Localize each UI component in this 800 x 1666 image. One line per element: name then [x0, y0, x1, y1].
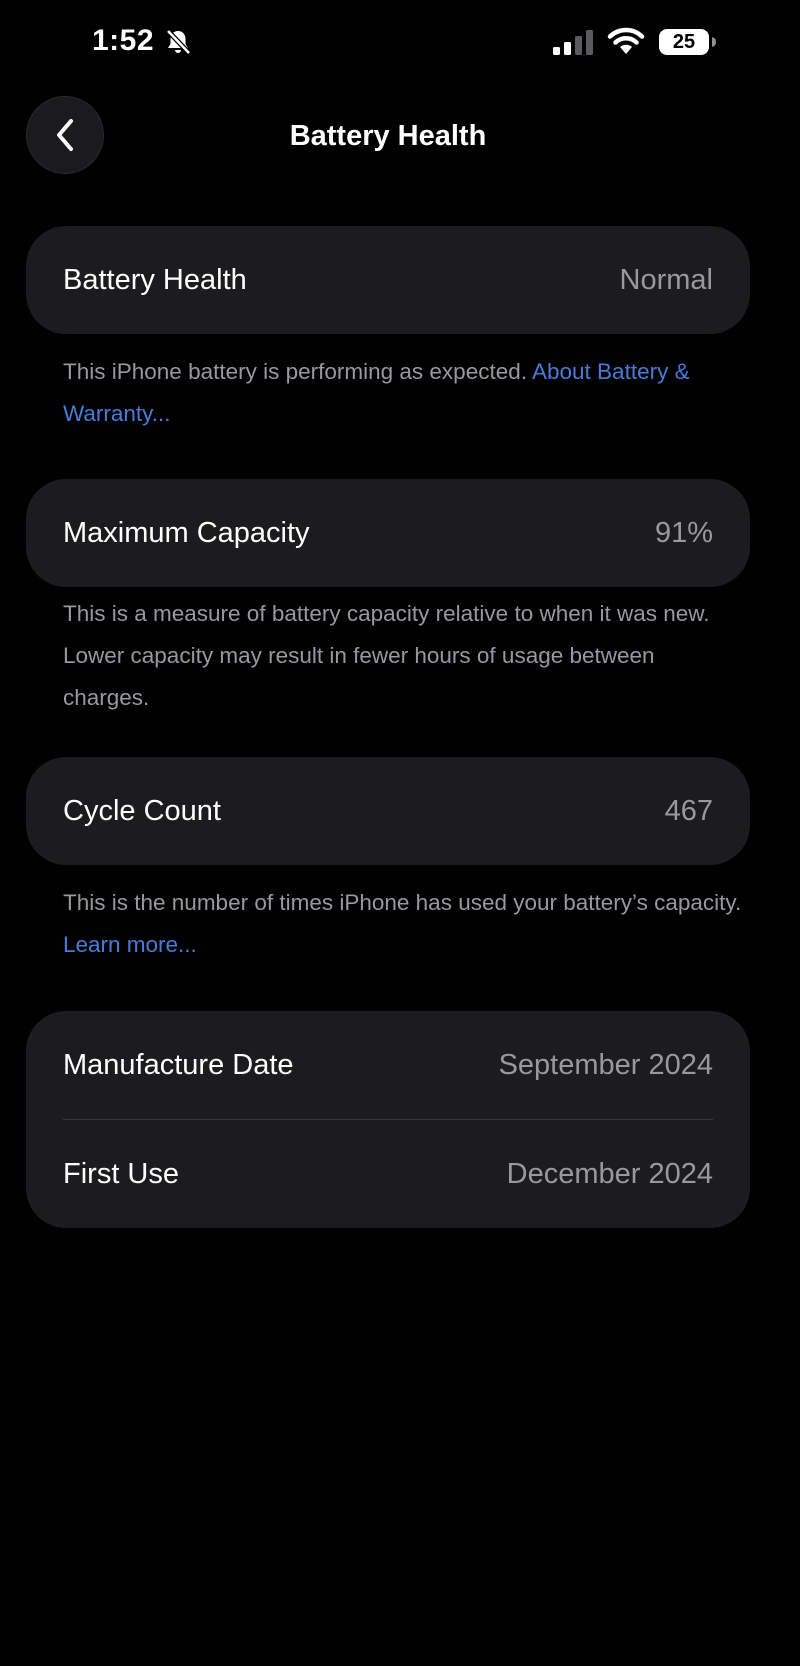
- wifi-icon: [607, 27, 645, 54]
- first-use-row: First Use December 2024: [26, 1120, 750, 1228]
- maximum-capacity-footnote-text: This is a measure of battery capacity re…: [63, 601, 710, 710]
- status-bar: 1:52 25: [0, 0, 800, 86]
- status-time: 1:52: [92, 24, 155, 57]
- maximum-capacity-footnote: This is a measure of battery capacity re…: [63, 593, 743, 719]
- battery-health-value: Normal: [619, 264, 713, 296]
- maximum-capacity-card: Maximum Capacity 91%: [26, 479, 750, 587]
- cycle-count-value: 467: [664, 795, 713, 827]
- battery-level: 25: [672, 31, 696, 53]
- battery-health-row: Battery Health Normal: [26, 226, 750, 334]
- learn-more-link[interactable]: Learn more...: [63, 932, 197, 957]
- cycle-count-footnote: This is the number of times iPhone has u…: [63, 882, 743, 966]
- bell-slash-icon: [166, 29, 191, 55]
- battery-health-footnote-text: This iPhone battery is performing as exp…: [63, 359, 532, 384]
- first-use-label: First Use: [63, 1158, 179, 1190]
- battery-health-footnote: This iPhone battery is performing as exp…: [63, 351, 743, 435]
- dates-card: Manufacture Date September 2024 First Us…: [26, 1011, 750, 1228]
- maximum-capacity-value: 91%: [654, 517, 713, 549]
- battery-health-card: Battery Health Normal: [26, 226, 750, 334]
- cycle-count-footnote-text: This is the number of times iPhone has u…: [63, 890, 742, 915]
- maximum-capacity-row: Maximum Capacity 91%: [26, 479, 750, 587]
- cellular-signal-icon: [553, 30, 593, 55]
- manufacture-date-value: September 2024: [498, 1049, 713, 1081]
- maximum-capacity-label: Maximum Capacity: [63, 517, 310, 549]
- battery-health-label: Battery Health: [63, 264, 247, 296]
- manufacture-date-label: Manufacture Date: [63, 1049, 294, 1081]
- first-use-value: December 2024: [506, 1158, 713, 1190]
- manufacture-date-row: Manufacture Date September 2024: [26, 1011, 750, 1119]
- cycle-count-label: Cycle Count: [63, 795, 221, 827]
- page-title: Battery Health: [289, 120, 487, 152]
- cycle-count-row: Cycle Count 467: [26, 757, 750, 865]
- cycle-count-card: Cycle Count 467: [26, 757, 750, 865]
- navigation-bar: Battery Health: [0, 92, 800, 182]
